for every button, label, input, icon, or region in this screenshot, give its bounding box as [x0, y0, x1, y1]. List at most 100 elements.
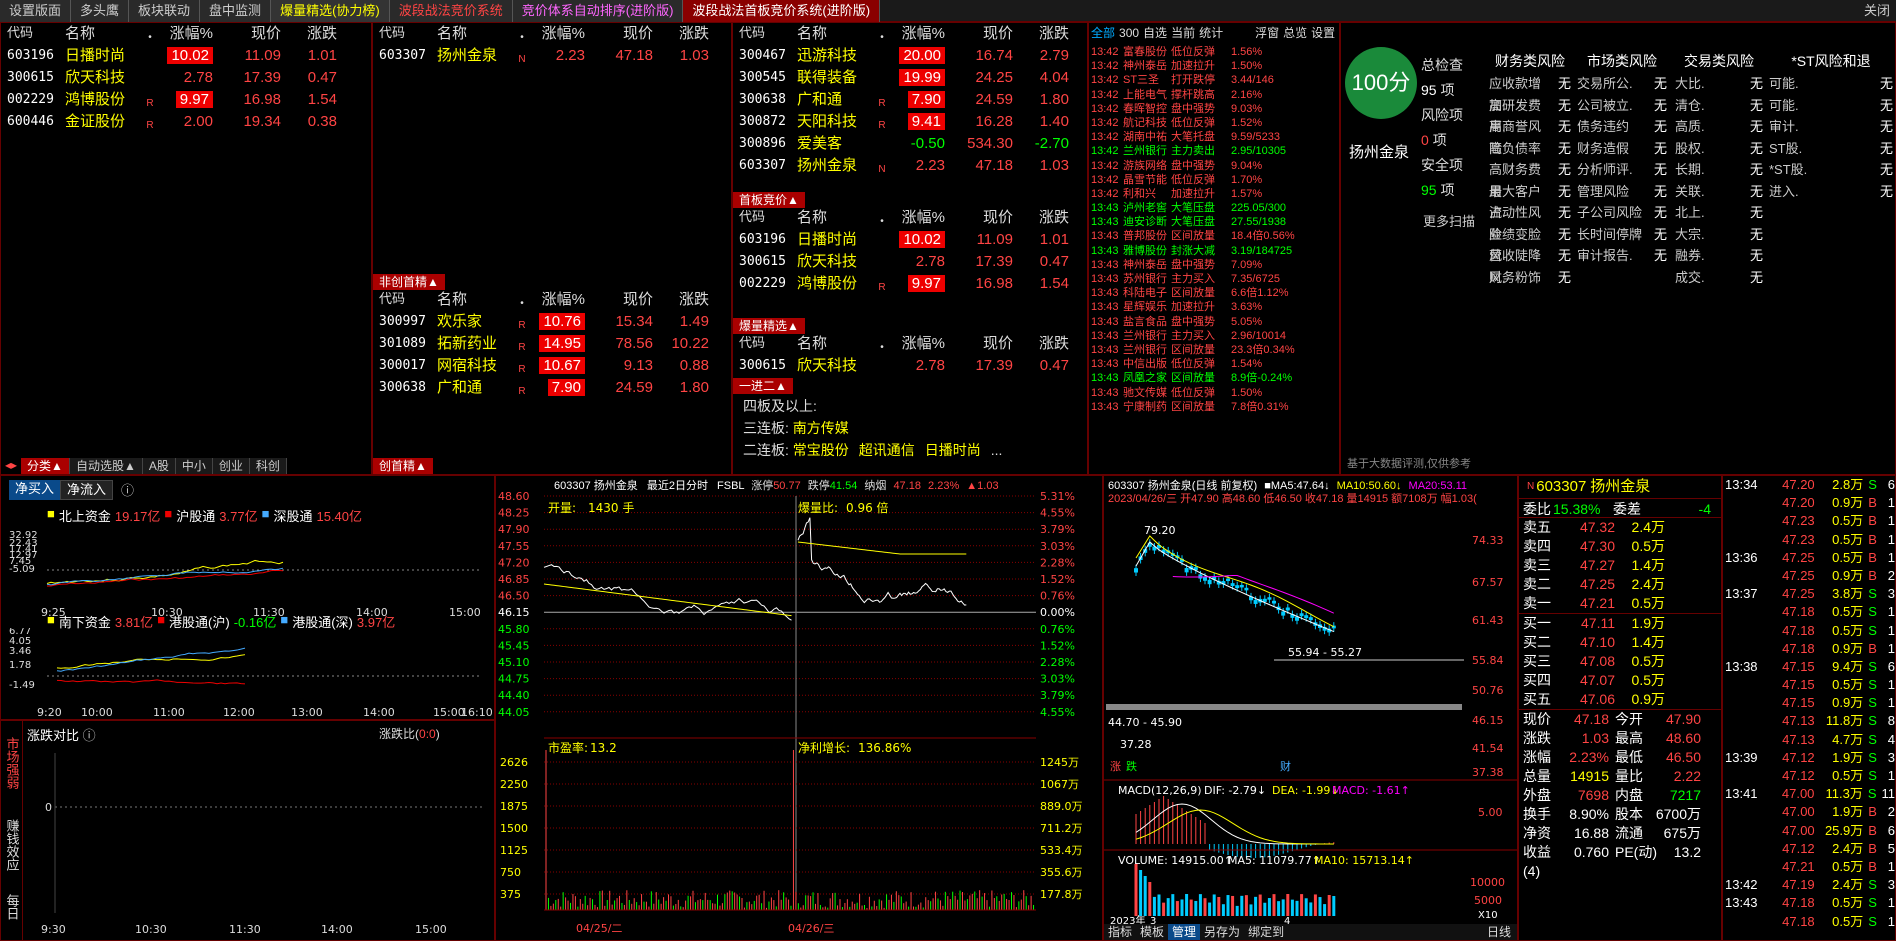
- risk-item[interactable]: 流动性风险无: [1489, 202, 1571, 242]
- risk-item[interactable]: 交易所公. 无: [1577, 73, 1667, 95]
- tab-1[interactable]: 多头鹰: [71, 0, 130, 22]
- tab-0[interactable]: 设置版面: [0, 0, 72, 22]
- risk-item[interactable]: 大宗. 无: [1675, 224, 1763, 246]
- feed-item[interactable]: 13:43 神州泰岳 盘中强势 7.09%: [1089, 258, 1339, 272]
- table-row[interactable]: 300872 天阳科技 R 9.41 16.28 1.40: [733, 111, 1087, 133]
- tab-7[interactable]: 波段战法首板竞价系统(进阶版): [683, 0, 881, 22]
- close-button[interactable]: 关闭: [1864, 0, 1890, 22]
- header-chg[interactable]: 涨跌: [653, 289, 717, 311]
- table-row[interactable]: 300896 爱美客 -0.50 534.30 -2.70: [733, 133, 1087, 155]
- risk-item[interactable]: 财务造假 无: [1577, 138, 1667, 160]
- table-row[interactable]: 300638 广和通 R 7.90 24.59 1.80: [733, 89, 1087, 111]
- table-row[interactable]: 600446 金证股份 R 2.00 19.34 0.38: [1, 111, 371, 133]
- bid-row[interactable]: 买二 47.10 1.4万: [1523, 633, 1721, 652]
- net-buy-tab[interactable]: 净买入: [9, 480, 61, 500]
- category-tab-0[interactable]: 分类▲: [21, 458, 70, 474]
- feed-item[interactable]: 13:43 凤凰之家 区间放量 8.9倍-0.24%: [1089, 371, 1339, 385]
- non-chuang-label[interactable]: 非创首精▲: [373, 274, 445, 290]
- header-name[interactable]: 名称: [433, 289, 513, 311]
- risk-item[interactable]: 北上. 无: [1675, 202, 1763, 224]
- risk-item[interactable]: 审计. 无: [1769, 116, 1893, 138]
- two-board-stock[interactable]: ...: [991, 442, 1003, 458]
- feed-tab-6[interactable]: 总览: [1283, 23, 1307, 43]
- feed-item[interactable]: 13:43 中信出版 低位反弹 1.54%: [1089, 357, 1339, 371]
- header-price[interactable]: 现价: [589, 289, 653, 311]
- table-row[interactable]: 603196 日播时尚 10.02 11.09 1.01: [1, 45, 371, 67]
- risk-item[interactable]: 公司被立. 无: [1577, 95, 1667, 117]
- feed-item[interactable]: 13:43 兰州银行 主力买入 2.96/10014: [1089, 329, 1339, 343]
- table-row[interactable]: 301089 拓新药业 R 14.95 78.56 10.22: [373, 333, 731, 355]
- feed-tab-0[interactable]: 全部: [1091, 23, 1115, 43]
- header-chg[interactable]: 涨跌: [1013, 333, 1077, 355]
- table-row[interactable]: 300615 欣天科技 2.78 17.39 0.47: [1, 67, 371, 89]
- risk-item[interactable]: 进入. 无: [1769, 181, 1893, 203]
- header-code[interactable]: 代码: [373, 23, 433, 45]
- kline-tab-1[interactable]: 模板: [1136, 924, 1168, 940]
- scroll-arrows-icon[interactable]: ◂▸: [1, 458, 21, 474]
- kline-tab-0[interactable]: 指标: [1104, 924, 1136, 940]
- risk-item[interactable]: 融券. 无: [1675, 245, 1763, 267]
- header-dot[interactable]: •: [873, 333, 891, 355]
- ask-row[interactable]: 卖二 47.25 2.4万: [1523, 575, 1721, 594]
- burst-label[interactable]: 爆量精选▲: [733, 318, 805, 334]
- header-pct[interactable]: 涨幅%: [531, 289, 589, 311]
- risk-item[interactable]: 最大客户占. 无: [1489, 181, 1571, 221]
- risk-item[interactable]: 子公司风险无: [1577, 202, 1667, 224]
- tab-4[interactable]: 爆量精选(协力榜): [271, 0, 390, 22]
- header-name[interactable]: 名称: [793, 207, 873, 229]
- feed-item[interactable]: 13:43 兰州银行 区间放量 23.3倍0.34%: [1089, 343, 1339, 357]
- tab-2[interactable]: 板块联动: [129, 0, 201, 22]
- feed-item[interactable]: 13:43 宁康制药 区间放量 7.8倍0.31%: [1089, 400, 1339, 414]
- chuang-label[interactable]: 创首精▲: [373, 458, 433, 474]
- header-code[interactable]: 代码: [733, 23, 793, 45]
- feed-item[interactable]: 13:43 普邦股份 区间放量 18.4倍0.56%: [1089, 229, 1339, 243]
- category-tab-4[interactable]: 创业: [212, 458, 250, 474]
- feed-item[interactable]: 13:42 富春股份 低位反弹 1.56%: [1089, 45, 1339, 59]
- header-dot[interactable]: •: [873, 207, 891, 229]
- bid-row[interactable]: 买五 47.06 0.9万: [1523, 690, 1721, 709]
- ask-row[interactable]: 卖一 47.21 0.5万: [1523, 594, 1721, 613]
- header-name[interactable]: 名称: [61, 23, 141, 45]
- risk-item[interactable]: 财务粉饰无: [1489, 267, 1571, 289]
- risk-item[interactable]: 长期. 无: [1675, 159, 1763, 181]
- feed-item[interactable]: 13:42 上能电气 撑杆跳高 2.16%: [1089, 88, 1339, 102]
- risk-item[interactable]: 高财务费用无: [1489, 159, 1571, 199]
- header-pct[interactable]: 涨幅%: [891, 207, 949, 229]
- table-row[interactable]: 300638 广和通 R 7.90 24.59 1.80: [373, 377, 731, 399]
- risk-item[interactable]: 高研发费用. 无: [1489, 95, 1571, 135]
- one-to-two-label[interactable]: 一进二▲: [733, 378, 793, 394]
- table-row[interactable]: 603196 日播时尚 10.02 11.09 1.01: [733, 229, 1087, 251]
- table-row[interactable]: 002229 鸿博股份 R 9.97 16.98 1.54: [733, 273, 1087, 295]
- side-tab-daily[interactable]: 每日: [4, 887, 20, 927]
- feed-item[interactable]: 13:42 神州泰岳 加速拉升 1.50%: [1089, 59, 1339, 73]
- risk-item[interactable]: 清仓. 无: [1675, 95, 1763, 117]
- header-chg[interactable]: 涨跌: [1013, 207, 1077, 229]
- risk-item[interactable]: 营收陡降风. 无: [1489, 245, 1571, 285]
- risk-item[interactable]: *ST股. 无: [1769, 159, 1893, 181]
- risk-item[interactable]: 管理风险 无: [1577, 181, 1667, 203]
- tab-5[interactable]: 波段战法竞价系统: [389, 0, 513, 22]
- table-row[interactable]: 002229 鸿博股份 R 9.97 16.98 1.54: [1, 89, 371, 111]
- risk-item[interactable]: 长时间停牌无: [1577, 224, 1667, 246]
- feed-tab-5[interactable]: 浮窗: [1255, 23, 1279, 43]
- header-price[interactable]: 现价: [949, 333, 1013, 355]
- header-price[interactable]: 现价: [949, 23, 1013, 45]
- header-code[interactable]: 代码: [733, 333, 793, 355]
- table-row[interactable]: 300615 欣天科技 2.78 17.39 0.47: [733, 355, 1087, 377]
- three-board-stock[interactable]: 南方传媒: [793, 420, 849, 436]
- kline-tab-4[interactable]: 绑定到: [1244, 924, 1288, 940]
- header-chg[interactable]: 涨跌: [653, 23, 717, 45]
- table-row[interactable]: 300467 迅游科技 20.00 16.74 2.79: [733, 45, 1087, 67]
- category-tab-3[interactable]: 中小: [175, 458, 213, 474]
- header-price[interactable]: 现价: [589, 23, 653, 45]
- feed-item[interactable]: 13:42 兰州银行 主力卖出 2.95/10305: [1089, 144, 1339, 158]
- table-row[interactable]: 300615 欣天科技 2.78 17.39 0.47: [733, 251, 1087, 273]
- header-pct[interactable]: 涨幅%: [891, 23, 949, 45]
- header-pct[interactable]: 涨幅%: [159, 23, 217, 45]
- feed-tab-2[interactable]: 自选: [1143, 23, 1167, 43]
- table-row[interactable]: 300017 网宿科技 R 10.67 9.13 0.88: [373, 355, 731, 377]
- tab-6[interactable]: 竞价体系自动排序(进阶版): [512, 0, 684, 22]
- feed-item[interactable]: 13:43 星辉娱乐 加速拉升 3.63%: [1089, 300, 1339, 314]
- feed-tab-1[interactable]: 300: [1119, 23, 1139, 43]
- header-price[interactable]: 现价: [949, 207, 1013, 229]
